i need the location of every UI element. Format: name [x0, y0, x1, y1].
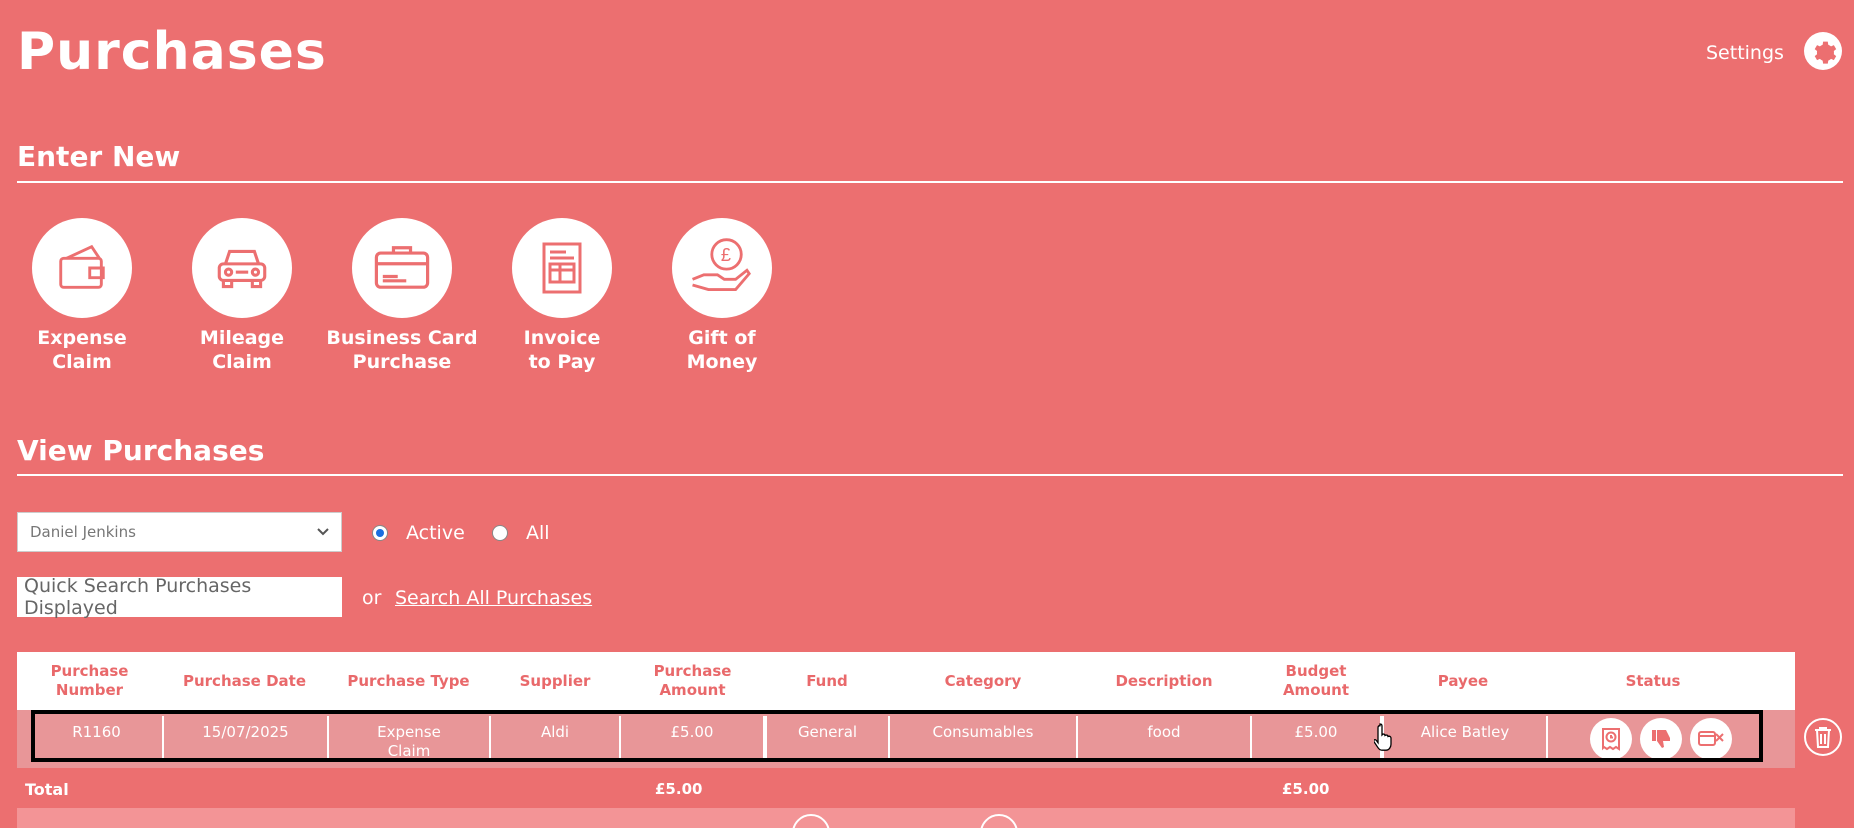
tile-mileage-claim[interactable]: Mileage Claim — [162, 218, 322, 374]
pagination — [17, 808, 1795, 828]
user-select[interactable]: Daniel Jenkins — [17, 512, 342, 552]
header-description[interactable]: Description — [1077, 652, 1251, 710]
search-all-purchases-link[interactable]: Search All Purchases — [395, 587, 592, 609]
invoice-icon — [542, 242, 582, 294]
header-budget-amount[interactable]: Budget Amount — [1251, 652, 1381, 710]
radio-button-all[interactable] — [492, 525, 508, 541]
hand-pound-icon: £ — [692, 238, 751, 291]
tile-invoice-to-pay[interactable]: Invoice to Pay — [482, 218, 642, 374]
total-purchase-amount: £5.00 — [655, 780, 703, 798]
header-purchase-number[interactable]: Purchase Number — [17, 652, 162, 710]
header-fund[interactable]: Fund — [765, 652, 889, 710]
total-row: Total £5.00 £5.00 — [17, 768, 1795, 808]
enter-new-heading: Enter New — [17, 140, 181, 173]
briefcase-card-icon — [374, 246, 430, 289]
header-category[interactable]: Category — [889, 652, 1077, 710]
or-text: or — [362, 587, 382, 609]
hand-cursor-icon — [1374, 723, 1392, 751]
total-budget-amount: £5.00 — [1282, 780, 1330, 798]
car-icon — [217, 249, 267, 289]
header-purchase-amount[interactable]: Purchase Amount — [620, 652, 765, 710]
radio-button-active[interactable] — [372, 525, 388, 541]
chevron-down-icon — [317, 528, 329, 536]
settings-link[interactable]: Settings — [1706, 42, 1784, 64]
page-title: Purchases — [17, 22, 327, 82]
view-purchases-heading: View Purchases — [17, 434, 265, 467]
purchases-table: Purchase Number Purchase Date Purchase T… — [17, 652, 1795, 828]
header-purchase-type[interactable]: Purchase Type — [327, 652, 490, 710]
radio-all[interactable]: All — [492, 522, 550, 544]
divider — [17, 181, 1843, 183]
tile-expense-claim[interactable]: Expense Claim — [2, 218, 162, 374]
quick-search-input[interactable]: Quick Search Purchases Displayed — [17, 575, 342, 619]
svg-text:£: £ — [721, 245, 731, 265]
prev-page-button[interactable] — [792, 814, 830, 828]
delete-button[interactable] — [1804, 718, 1842, 756]
table-row[interactable]: R1160 15/07/2025 Expense Claim Aldi £5.0… — [17, 710, 1795, 768]
wallet-icon — [59, 244, 105, 289]
header-purchase-date[interactable]: Purchase Date — [162, 652, 327, 710]
trash-icon — [1815, 727, 1831, 748]
radio-active[interactable]: Active — [372, 522, 465, 544]
total-label: Total — [25, 780, 69, 799]
settings-button[interactable] — [1804, 32, 1842, 70]
table-header: Purchase Number Purchase Date Purchase T… — [17, 652, 1795, 710]
gear-icon — [1814, 41, 1837, 64]
header-status[interactable]: Status — [1545, 652, 1761, 710]
row-highlight — [31, 710, 1763, 762]
next-page-button[interactable] — [980, 814, 1018, 828]
divider — [17, 474, 1843, 476]
tile-business-card-purchase[interactable]: Business Card Purchase — [322, 218, 482, 374]
tile-gift-of-money[interactable]: £ Gift of Money — [642, 218, 802, 374]
header-supplier[interactable]: Supplier — [490, 652, 620, 710]
header-payee[interactable]: Payee — [1381, 652, 1545, 710]
